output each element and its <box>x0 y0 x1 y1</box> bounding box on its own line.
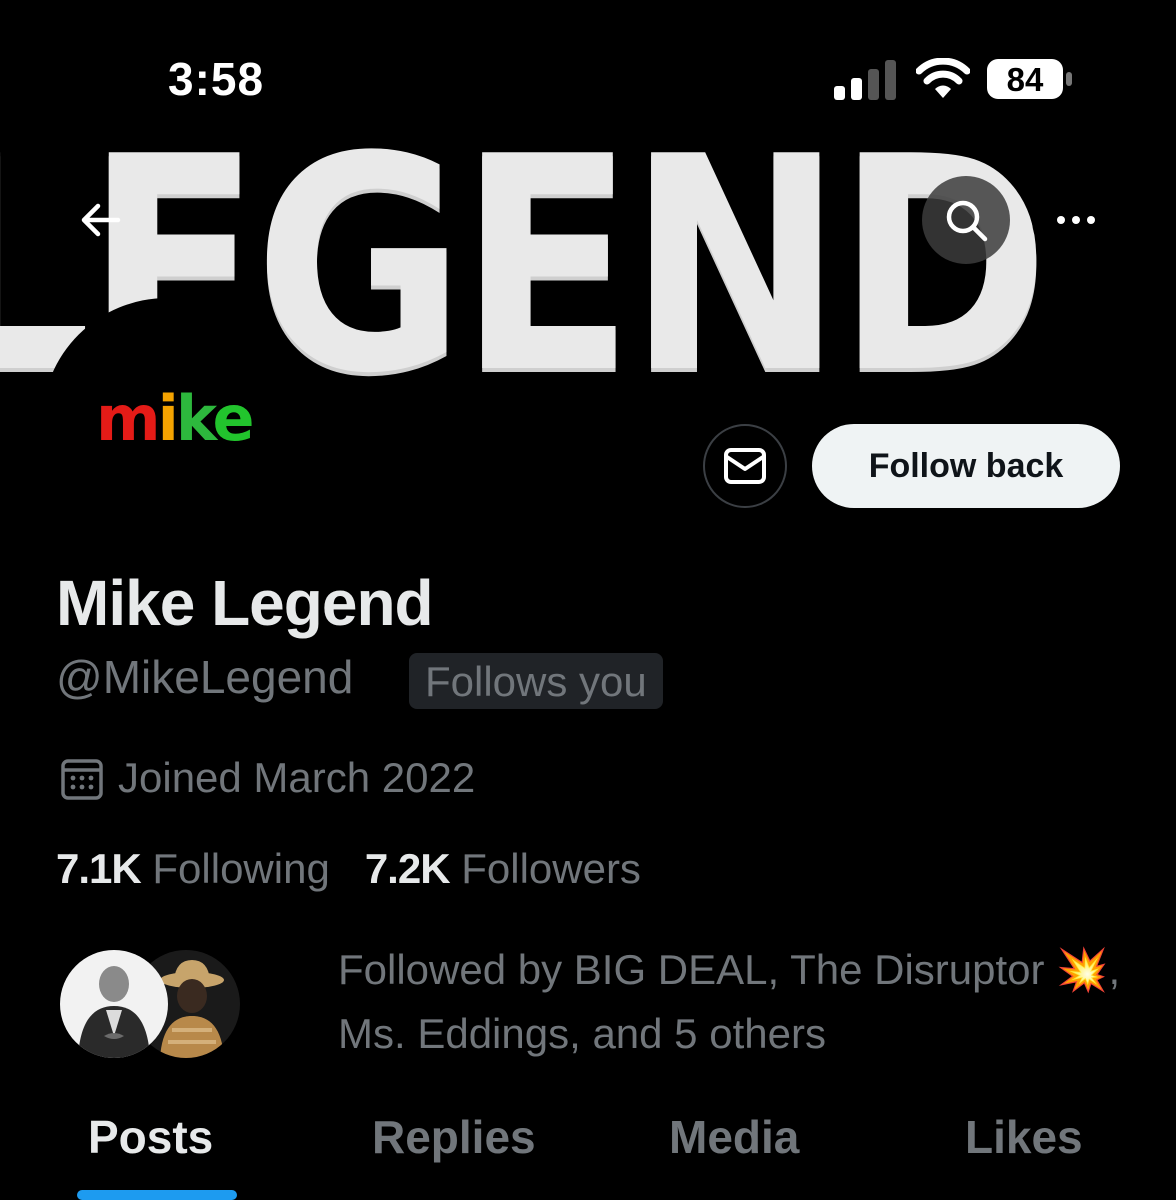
follow-back-button[interactable]: Follow back <box>812 424 1120 508</box>
followed-by-names: Followed by BIG DEAL, The Disruptor <box>338 946 1045 993</box>
avatar[interactable]: mike <box>42 298 292 548</box>
joined-date: Joined March 2022 <box>118 754 476 801</box>
profile-handle: @MikeLegend <box>56 651 354 703</box>
more-options-icon <box>1057 216 1095 224</box>
following-link[interactable]: 7.1K Following <box>56 845 330 892</box>
person-in-suit-image <box>60 950 168 1058</box>
wifi-icon <box>916 58 970 98</box>
search-icon <box>946 200 988 242</box>
battery-level: 84 <box>1006 61 1044 98</box>
status-time: 3:58 <box>168 53 265 105</box>
back-arrow-icon <box>81 203 121 237</box>
tab-likes[interactable]: Likes <box>965 1110 1083 1164</box>
following-label: Following <box>152 845 330 892</box>
active-tab-indicator <box>77 1190 237 1200</box>
following-count: 7.1K <box>56 845 142 892</box>
profile-name: Mike Legend <box>56 567 434 639</box>
avatar-letter: e <box>212 382 254 455</box>
followed-by-text[interactable]: Followed by BIG DEAL, The Disruptor 💥, M… <box>338 938 1128 1066</box>
more-options-button[interactable] <box>1032 176 1120 264</box>
mutual-follower-avatar[interactable] <box>60 950 168 1058</box>
tab-posts[interactable]: Posts <box>88 1110 213 1164</box>
cellular-signal-icon <box>834 60 896 100</box>
calendar-icon <box>61 759 103 800</box>
followers-count: 7.2K <box>364 845 451 892</box>
back-button[interactable] <box>56 176 144 264</box>
tab-media[interactable]: Media <box>669 1110 799 1164</box>
search-button[interactable] <box>922 176 1010 264</box>
follow-stats: 7.1K Following 7.2K Followers <box>56 845 641 893</box>
followers-label: Followers <box>461 845 641 892</box>
avatar-letter: k <box>175 382 216 455</box>
followers-link[interactable]: 7.2K Followers <box>365 845 641 892</box>
message-button[interactable] <box>703 424 787 508</box>
avatar-letter: m <box>96 382 161 455</box>
avatar-letter: i <box>157 382 179 455</box>
follows-you-badge: Follows you <box>409 653 663 709</box>
avatar-logo: mike <box>96 382 255 455</box>
tab-replies[interactable]: Replies <box>372 1110 536 1164</box>
envelope-icon <box>724 448 766 484</box>
explosion-emoji: 💥 <box>1056 946 1109 993</box>
